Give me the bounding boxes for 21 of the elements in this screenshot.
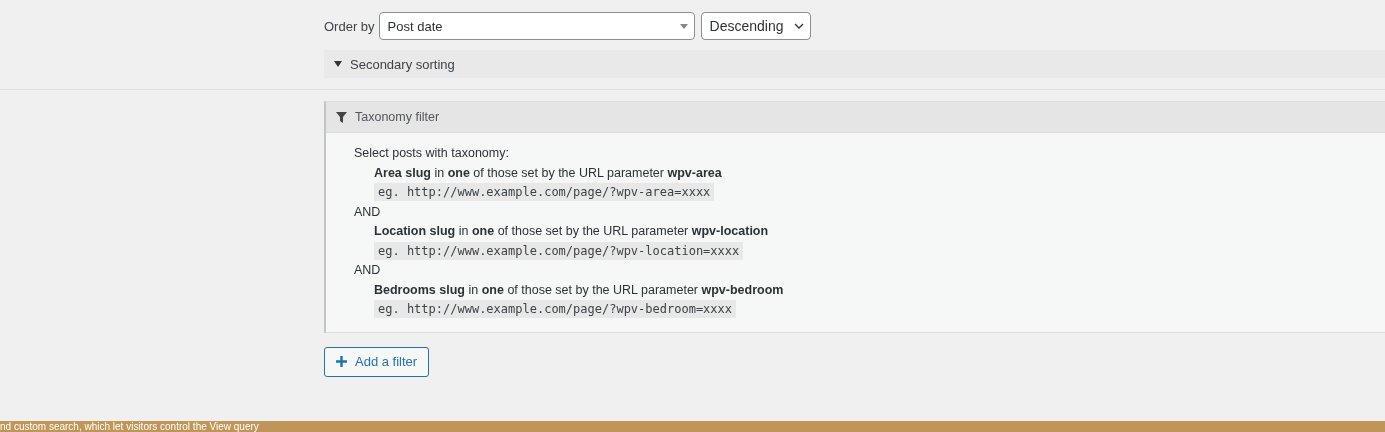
condition-text: Bedrooms slug in one of those set by the URL parameter wpv-bedroom [373,281,785,299]
triangle-icon [334,61,342,67]
dropdown-triangle-icon [679,23,688,29]
url-example: eg. http://www.example.com/page/?wpv-bedroom=xxxx [374,300,736,318]
order-by-label: Order by [324,18,375,34]
order-direction-select[interactable]: Descending [700,12,811,40]
and-connector: AND [354,203,382,221]
order-field-select[interactable]: Post date [378,12,695,40]
add-filter-button[interactable]: Add a filter [324,346,430,377]
chevron-down-icon [793,23,804,29]
panel-title: Taxonomy filter [355,110,440,124]
and-connector: AND [354,262,382,279]
intro-text: Select posts with taxonomy: [354,145,510,162]
plus-icon [336,356,347,367]
url-example: eg. http://www.example.com/page/?wpv-area=xxxx [374,183,715,201]
condition-text: Area slug in one of those set by the URL parameter wpv-area [373,164,723,182]
secondary-sorting-toggle[interactable]: Secondary sorting [324,50,1385,78]
notice-text: nd custom search, which let visitors control the View query [0,421,259,432]
condition-text: Location slug in one of those set by the URL parameter wpv-location [373,223,770,240]
filter-funnel-icon [336,111,347,123]
url-example: eg. http://www.example.com/page/?wpv-location=xxxx [374,241,744,260]
